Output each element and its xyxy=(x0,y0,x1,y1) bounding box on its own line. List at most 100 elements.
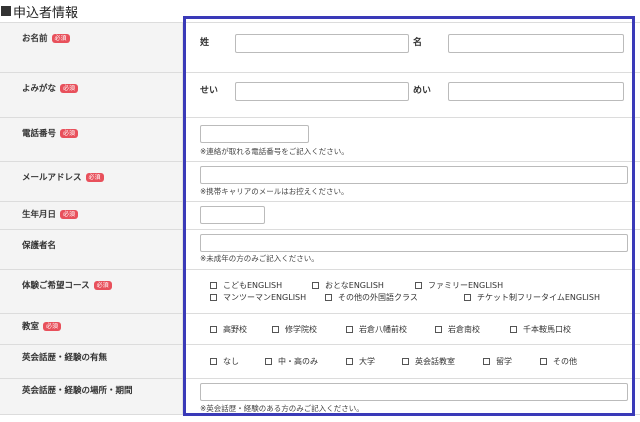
email-note: ※携帯キャリアのメールはお控えください。 xyxy=(200,187,349,196)
checkbox[interactable] xyxy=(210,358,217,365)
checkbox[interactable] xyxy=(210,294,217,301)
phone-input[interactable] xyxy=(200,125,309,143)
row-label-cell: 電話番号 必須 xyxy=(0,118,183,161)
checkbox[interactable] xyxy=(265,358,272,365)
required-badge: 必須 xyxy=(60,83,79,93)
last-name-kana-input[interactable] xyxy=(235,82,409,101)
required-badge: 必須 xyxy=(43,321,62,331)
row-label-cell: メールアドレス 必須 xyxy=(0,162,183,201)
row-input-cell: ※英会話歴・経験のある方のみご記入ください。 xyxy=(184,379,640,414)
checkbox[interactable] xyxy=(464,294,471,301)
row-input-cell xyxy=(184,202,640,229)
row-input-cell: ※未成年の方のみご記入ください。 xyxy=(184,230,640,269)
experience-option[interactable]: 大学 xyxy=(346,356,375,367)
course-option[interactable]: その他の外国語クラス xyxy=(325,292,418,303)
form-bottom-border xyxy=(0,414,640,415)
mei-label: 名 xyxy=(413,38,423,48)
course-option[interactable]: マンツーマンENGLISH xyxy=(210,292,306,303)
checkbox[interactable] xyxy=(346,358,353,365)
experience-option[interactable]: 中・高のみ xyxy=(265,356,318,367)
course-option[interactable]: おとなENGLISH xyxy=(312,280,384,291)
row-input-cell: ※連絡が取れる電話番号をご記入ください。 xyxy=(184,118,640,161)
form-row-kana: よみがな 必須 せい めい xyxy=(0,72,640,117)
birthday-input[interactable] xyxy=(200,206,265,224)
form-row-experience: 英会話歴・経験の有無 なし 中・高のみ 大学 英会話教室 留学 その他 xyxy=(0,344,640,378)
form-row-course: 体験ご希望コース 必須 こどもENGLISH おとなENGLISH ファミリーEN… xyxy=(0,269,640,313)
required-badge: 必須 xyxy=(51,33,70,43)
course-label: 体験ご希望コース xyxy=(22,281,90,291)
school-option[interactable]: 高野校 xyxy=(210,324,247,335)
email-label: メールアドレス xyxy=(22,173,82,183)
email-input[interactable] xyxy=(200,166,628,184)
row-label-cell: よみがな 必須 xyxy=(0,73,183,117)
row-label-cell: 英会話歴・経験の場所・期間 xyxy=(0,379,183,414)
checkbox[interactable] xyxy=(210,282,217,289)
course-option[interactable]: こどもENGLISH xyxy=(210,280,282,291)
experience-detail-label: 英会話歴・経験の場所・期間 xyxy=(22,386,133,396)
experience-label: 英会話歴・経験の有無 xyxy=(22,353,108,363)
required-badge: 必須 xyxy=(93,280,112,290)
checkbox[interactable] xyxy=(415,282,422,289)
checkbox[interactable] xyxy=(540,358,547,365)
form-row-phone: 電話番号 必須 ※連絡が取れる電話番号をご記入ください。 xyxy=(0,117,640,161)
phone-note: ※連絡が取れる電話番号をご記入ください。 xyxy=(200,147,349,156)
required-badge: 必須 xyxy=(60,209,79,219)
checkbox[interactable] xyxy=(272,326,279,333)
phone-label: 電話番号 xyxy=(22,129,57,139)
school-option[interactable]: 千本鞍馬口校 xyxy=(510,324,571,335)
school-option[interactable]: 岩倉八幡前校 xyxy=(346,324,407,335)
school-label: 教室 xyxy=(22,322,40,332)
first-name-kana-input[interactable] xyxy=(448,82,624,101)
school-option[interactable]: 岩倉南校 xyxy=(435,324,480,335)
experience-detail-input[interactable] xyxy=(200,383,628,401)
checkbox[interactable] xyxy=(483,358,490,365)
guardian-note: ※未成年の方のみご記入ください。 xyxy=(200,254,319,263)
form-row-experience-detail: 英会話歴・経験の場所・期間 ※英会話歴・経験のある方のみご記入ください。 xyxy=(0,378,640,414)
course-option[interactable]: チケット制フリータイムENGLISH xyxy=(464,292,600,303)
row-label-cell: 英会話歴・経験の有無 xyxy=(0,345,183,378)
form-row-birthday: 生年月日 必須 xyxy=(0,201,640,229)
row-input-cell: なし 中・高のみ 大学 英会話教室 留学 その他 xyxy=(184,345,640,378)
row-label-cell: 生年月日 必須 xyxy=(0,202,183,229)
checkbox[interactable] xyxy=(346,326,353,333)
kana-label: よみがな xyxy=(22,84,57,94)
experience-option[interactable]: その他 xyxy=(540,356,577,367)
row-label-cell: 保護者名 xyxy=(0,230,183,269)
checkbox[interactable] xyxy=(510,326,517,333)
first-name-input[interactable] xyxy=(448,34,624,53)
experience-detail-note: ※英会話歴・経験のある方のみご記入ください。 xyxy=(200,404,364,413)
row-input-cell: 姓 名 xyxy=(184,23,640,72)
checkbox[interactable] xyxy=(435,326,442,333)
form-row-guardian: 保護者名 ※未成年の方のみご記入ください。 xyxy=(0,229,640,269)
last-name-input[interactable] xyxy=(235,34,409,53)
required-badge: 必須 xyxy=(85,172,104,182)
section-title: 申込者情報 xyxy=(0,2,79,21)
row-input-cell: 高野校 修学院校 岩倉八幡前校 岩倉南校 千本鞍馬口校 xyxy=(184,314,640,344)
row-label-cell: 体験ご希望コース 必須 xyxy=(0,270,183,313)
sei-label: 姓 xyxy=(200,38,210,48)
row-label-cell: 教室 必須 xyxy=(0,314,183,344)
square-bullet-icon xyxy=(1,6,11,16)
checkbox[interactable] xyxy=(210,326,217,333)
required-badge: 必須 xyxy=(60,128,79,138)
row-label-cell: お名前 必須 xyxy=(0,23,183,72)
row-input-cell: せい めい xyxy=(184,73,640,117)
form-row-name: お名前 必須 姓 名 xyxy=(0,22,640,72)
checkbox[interactable] xyxy=(312,282,319,289)
row-input-cell: ※携帯キャリアのメールはお控えください。 xyxy=(184,162,640,201)
name-label: お名前 xyxy=(22,34,48,44)
experience-option[interactable]: 留学 xyxy=(483,356,512,367)
school-option[interactable]: 修学院校 xyxy=(272,324,317,335)
guardian-input[interactable] xyxy=(200,234,628,252)
checkbox[interactable] xyxy=(402,358,409,365)
guardian-label: 保護者名 xyxy=(22,241,57,251)
section-title-text: 申込者情報 xyxy=(13,5,79,21)
mei-kana-label: めい xyxy=(413,86,432,96)
birthday-label: 生年月日 xyxy=(22,210,57,220)
experience-option[interactable]: なし xyxy=(210,356,239,367)
sei-kana-label: せい xyxy=(200,86,219,96)
form-row-school: 教室 必須 高野校 修学院校 岩倉八幡前校 岩倉南校 千本鞍馬口校 xyxy=(0,313,640,344)
checkbox[interactable] xyxy=(325,294,332,301)
experience-option[interactable]: 英会話教室 xyxy=(402,356,455,367)
course-option[interactable]: ファミリーENGLISH xyxy=(415,280,503,291)
